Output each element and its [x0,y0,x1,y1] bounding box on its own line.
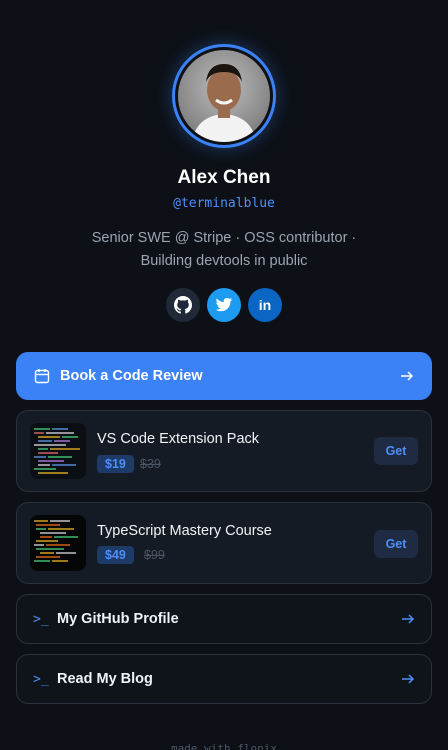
footer-credit[interactable]: made with flonix [0,742,448,750]
profile-avatar-ring [172,44,276,148]
profile-bio: Senior SWE @ Stripe · OSS contributor · … [70,227,378,273]
avatar-portrait [192,64,256,142]
linkedin-icon: in [258,297,272,313]
avatar [178,50,270,142]
product-thumbnail [30,423,86,479]
social-links: in [0,288,448,322]
code-thumbnail-icon [30,515,86,571]
code-editor-thumbnail-icon [30,423,86,479]
arrow-right-icon [402,674,415,684]
cta-label: Book a Code Review [60,368,203,384]
terminal-prompt-icon: >_ [33,611,49,627]
product-card[interactable]: TypeScript Mastery Course $49 $99 Get [16,502,432,584]
blog-link[interactable]: >_ Read My Blog [16,654,432,704]
product-title: TypeScript Mastery Course [97,523,272,539]
github-profile-link[interactable]: >_ My GitHub Profile [16,594,432,644]
terminal-prompt-icon: >_ [33,671,49,687]
github-link[interactable] [166,288,200,322]
calendar-icon [34,369,50,384]
product-old-price: $39 [140,457,161,471]
product-card[interactable]: VS Code Extension Pack $19 $39 Get [16,410,432,492]
arrow-right-icon [401,371,414,381]
github-icon [174,296,192,314]
link-label: My GitHub Profile [57,611,179,627]
product-price: $19 [97,455,134,473]
get-button[interactable]: Get [374,530,418,558]
arrow-right-icon [402,614,415,624]
profile-handle[interactable]: @terminalblue [0,196,448,211]
twitter-icon [215,297,233,312]
product-title: VS Code Extension Pack [97,431,260,447]
profile-name: Alex Chen [177,167,271,188]
get-button[interactable]: Get [374,437,418,465]
product-price: $49 [97,546,134,564]
product-old-price: $99 [144,548,165,562]
book-code-review-button[interactable]: Book a Code Review [16,352,432,400]
twitter-link[interactable] [207,288,241,322]
bio-line: Building devtools in public [140,253,308,269]
product-thumbnail [30,515,86,571]
link-label: Read My Blog [57,671,153,687]
linkedin-link[interactable]: in [248,288,282,322]
bio-line: Senior SWE @ Stripe · OSS contributor · [91,230,357,246]
